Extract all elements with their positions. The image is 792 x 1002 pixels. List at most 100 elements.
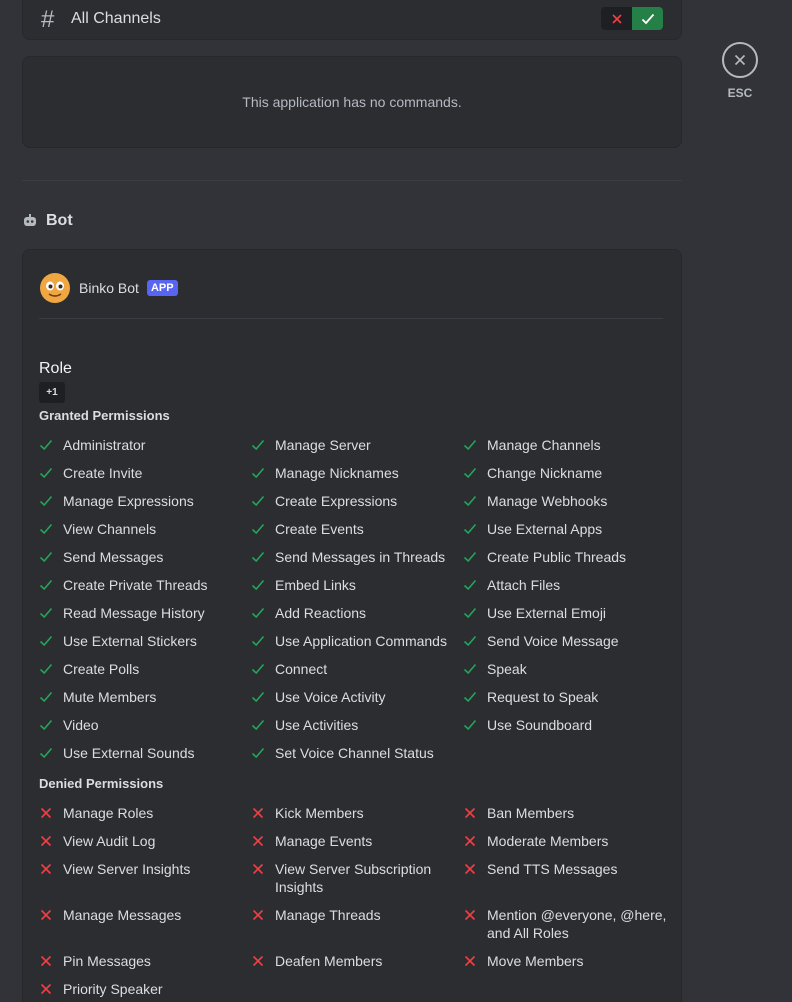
check-icon xyxy=(39,744,63,762)
x-icon xyxy=(251,906,275,924)
check-icon xyxy=(463,604,487,622)
check-icon xyxy=(463,548,487,566)
check-icon xyxy=(39,716,63,734)
x-icon xyxy=(463,906,487,924)
permission-label: Manage Nicknames xyxy=(275,465,399,481)
permission-label: Read Message History xyxy=(63,605,205,621)
x-icon xyxy=(463,804,487,822)
granted-permission-item: Speak xyxy=(463,660,675,688)
bot-section-header: Bot xyxy=(22,212,73,230)
check-icon xyxy=(251,548,275,566)
x-icon xyxy=(463,860,487,878)
bot-section-title: Bot xyxy=(46,212,73,229)
denied-permission-item: Manage Messages xyxy=(39,906,251,952)
granted-permission-item: Create Expressions xyxy=(251,492,463,520)
x-icon xyxy=(463,832,487,850)
denied-permission-item: Manage Roles xyxy=(39,804,251,832)
check-icon xyxy=(641,13,654,24)
check-icon xyxy=(463,716,487,734)
permission-toggle[interactable] xyxy=(601,7,663,30)
permission-label: Embed Links xyxy=(275,577,356,593)
granted-permission-item: Send Messages in Threads xyxy=(251,548,463,576)
granted-permission-item: Create Public Threads xyxy=(463,548,675,576)
role-title: Role xyxy=(39,360,72,377)
permission-label: Attach Files xyxy=(487,577,561,593)
x-icon xyxy=(611,13,622,24)
check-icon xyxy=(39,688,63,706)
x-icon xyxy=(463,952,487,970)
hashtag-icon: # xyxy=(41,6,55,33)
granted-permission-item: Send Voice Message xyxy=(463,632,675,660)
permission-label: Send TTS Messages xyxy=(487,861,618,877)
check-icon xyxy=(463,464,487,482)
app-badge: APP xyxy=(146,280,178,296)
check-icon xyxy=(39,576,63,594)
check-icon xyxy=(251,688,275,706)
permission-label: Video xyxy=(63,717,99,733)
permission-label: Add Reactions xyxy=(275,605,367,621)
granted-permission-item: Use Voice Activity xyxy=(251,688,463,716)
granted-permission-item: Create Invite xyxy=(39,464,251,492)
granted-permission-item: Use External Emoji xyxy=(463,604,675,632)
check-icon xyxy=(39,492,63,510)
check-icon xyxy=(251,520,275,538)
close-button[interactable] xyxy=(722,42,758,78)
permission-label: Use Soundboard xyxy=(487,717,593,733)
granted-permission-item: Use External Apps xyxy=(463,520,675,548)
x-icon xyxy=(39,906,63,924)
check-icon xyxy=(39,436,63,454)
denied-permission-item: View Server Subscription Insights xyxy=(251,860,463,906)
x-icon xyxy=(251,804,275,822)
permission-label: Set Voice Channel Status xyxy=(275,745,434,761)
denied-permission-item: Mention @everyone, @here, and All Roles xyxy=(463,906,675,952)
permission-label: Create Private Threads xyxy=(63,577,208,593)
permission-label: Manage Threads xyxy=(275,907,381,923)
check-icon xyxy=(39,548,63,566)
permission-label: View Server Subscription Insights xyxy=(275,861,432,895)
denied-permission-item: Pin Messages xyxy=(39,952,251,980)
check-icon xyxy=(463,576,487,594)
esc-label: ESC xyxy=(727,86,753,100)
bot-name[interactable]: Binko Bot xyxy=(79,280,139,296)
permission-label: View Audit Log xyxy=(63,833,156,849)
permission-label: View Server Insights xyxy=(63,861,191,877)
granted-permission-item: Read Message History xyxy=(39,604,251,632)
bot-avatar[interactable] xyxy=(39,272,71,304)
check-icon xyxy=(251,436,275,454)
deny-toggle-button[interactable] xyxy=(601,7,632,30)
permission-label: Manage Server xyxy=(275,437,371,453)
granted-permission-item: Add Reactions xyxy=(251,604,463,632)
no-commands-text: This application has no commands. xyxy=(242,94,462,110)
permission-label: View Channels xyxy=(63,521,157,537)
robot-icon xyxy=(24,214,36,226)
granted-permission-item: Change Nickname xyxy=(463,464,675,492)
granted-permission-item: Create Events xyxy=(251,520,463,548)
card-divider xyxy=(39,318,663,319)
denied-permission-item: View Audit Log xyxy=(39,832,251,860)
granted-permission-item: Use Application Commands xyxy=(251,632,463,660)
permission-label: Create Invite xyxy=(63,465,143,481)
permission-label: Mute Members xyxy=(63,689,157,705)
granted-permission-item: Manage Expressions xyxy=(39,492,251,520)
permission-label: Use External Stickers xyxy=(63,633,197,649)
denied-permission-item: Ban Members xyxy=(463,804,675,832)
permission-label: Create Expressions xyxy=(275,493,398,509)
check-icon xyxy=(251,744,275,762)
granted-permission-item: Use Activities xyxy=(251,716,463,744)
permission-label: Request to Speak xyxy=(487,689,599,705)
allow-toggle-button[interactable] xyxy=(632,7,663,30)
x-icon xyxy=(39,832,63,850)
bot-header: Binko Bot APP xyxy=(39,272,178,304)
permission-label: Create Events xyxy=(275,521,364,537)
permission-label: Send Voice Message xyxy=(487,633,619,649)
granted-permissions-list: Administrator Manage Server Manage Channel… xyxy=(39,436,675,772)
permission-label: Administrator xyxy=(63,437,146,453)
permission-label: Ban Members xyxy=(487,805,575,821)
granted-permission-item: Attach Files xyxy=(463,576,675,604)
permission-label: Manage Messages xyxy=(63,907,182,923)
granted-permission-item: Send Messages xyxy=(39,548,251,576)
permission-label: Connect xyxy=(275,661,328,677)
role-count-chip[interactable]: +1 xyxy=(39,382,65,403)
granted-permission-item: Use Soundboard xyxy=(463,716,675,744)
granted-permission-item: Create Polls xyxy=(39,660,251,688)
